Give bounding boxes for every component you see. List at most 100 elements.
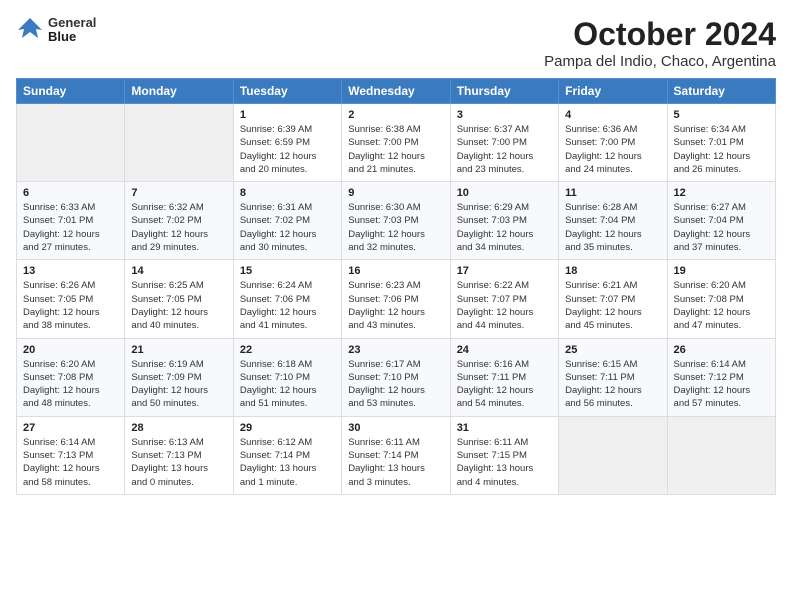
day-number: 13: [23, 265, 118, 277]
week-row-3: 13 Sunrise: 6:26 AM Sunset: 7:05 PM Dayli…: [17, 260, 776, 338]
day-number: 14: [131, 265, 226, 277]
calendar-title: October 2024: [544, 16, 776, 53]
day-info: Sunrise: 6:23 AM Sunset: 7:06 PM Dayligh…: [348, 279, 443, 332]
calendar-cell: 22 Sunrise: 6:18 AM Sunset: 7:10 PM Dayli…: [233, 338, 341, 416]
day-info: Sunrise: 6:16 AM Sunset: 7:11 PM Dayligh…: [457, 358, 552, 411]
day-number: 20: [23, 344, 118, 356]
day-number: 4: [565, 109, 660, 121]
day-info: Sunrise: 6:29 AM Sunset: 7:03 PM Dayligh…: [457, 201, 552, 254]
calendar-cell: 14 Sunrise: 6:25 AM Sunset: 7:05 PM Dayli…: [125, 260, 233, 338]
day-info: Sunrise: 6:14 AM Sunset: 7:12 PM Dayligh…: [674, 358, 769, 411]
col-header-saturday: Saturday: [667, 79, 775, 104]
day-info: Sunrise: 6:17 AM Sunset: 7:10 PM Dayligh…: [348, 358, 443, 411]
day-info: Sunrise: 6:19 AM Sunset: 7:09 PM Dayligh…: [131, 358, 226, 411]
calendar-cell: 25Sunrise: 6:15 AM Sunset: 7:11 PM Dayli…: [559, 338, 667, 416]
calendar-cell: [125, 104, 233, 182]
calendar-table: SundayMondayTuesdayWednesdayThursdayFrid…: [16, 78, 776, 495]
day-number: 8: [240, 187, 335, 199]
calendar-cell: 1Sunrise: 6:39 AM Sunset: 6:59 PM Daylig…: [233, 104, 341, 182]
calendar-cell: [559, 416, 667, 494]
calendar-cell: 15 Sunrise: 6:24 AM Sunset: 7:06 PM Dayli…: [233, 260, 341, 338]
day-info: Sunrise: 6:22 AM Sunset: 7:07 PM Dayligh…: [457, 279, 552, 332]
col-header-wednesday: Wednesday: [342, 79, 450, 104]
day-number: 6: [23, 187, 118, 199]
calendar-header-row: SundayMondayTuesdayWednesdayThursdayFrid…: [17, 79, 776, 104]
calendar-cell: 11 Sunrise: 6:28 AM Sunset: 7:04 PM Dayli…: [559, 182, 667, 260]
day-info: Sunrise: 6:14 AM Sunset: 7:13 PM Dayligh…: [23, 436, 118, 489]
day-info: Sunrise: 6:20 AM Sunset: 7:08 PM Dayligh…: [674, 279, 769, 332]
day-number: 11: [565, 187, 660, 199]
day-number: 1: [240, 109, 335, 121]
title-block: October 2024 Pampa del Indio, Chaco, Arg…: [544, 16, 776, 70]
col-header-thursday: Thursday: [450, 79, 558, 104]
day-info: Sunrise: 6:33 AM Sunset: 7:01 PM Dayligh…: [23, 201, 118, 254]
day-info: Sunrise: 6:36 AM Sunset: 7:00 PM Dayligh…: [565, 123, 660, 176]
day-info: Sunrise: 6:21 AM Sunset: 7:07 PM Dayligh…: [565, 279, 660, 332]
day-number: 25: [565, 344, 660, 356]
col-header-monday: Monday: [125, 79, 233, 104]
day-info: Sunrise: 6:28 AM Sunset: 7:04 PM Dayligh…: [565, 201, 660, 254]
day-info: Sunrise: 6:18 AM Sunset: 7:10 PM Dayligh…: [240, 358, 335, 411]
day-info: Sunrise: 6:25 AM Sunset: 7:05 PM Dayligh…: [131, 279, 226, 332]
calendar-cell: 4 Sunrise: 6:36 AM Sunset: 7:00 PM Daylig…: [559, 104, 667, 182]
calendar-cell: 28 Sunrise: 6:13 AM Sunset: 7:13 PM Dayli…: [125, 416, 233, 494]
day-info: Sunrise: 6:20 AM Sunset: 7:08 PM Dayligh…: [23, 358, 118, 411]
calendar-cell: 24 Sunrise: 6:16 AM Sunset: 7:11 PM Dayli…: [450, 338, 558, 416]
day-info: Sunrise: 6:38 AM Sunset: 7:00 PM Dayligh…: [348, 123, 443, 176]
day-number: 31: [457, 422, 552, 434]
logo: General Blue: [16, 16, 96, 45]
week-row-1: 1Sunrise: 6:39 AM Sunset: 6:59 PM Daylig…: [17, 104, 776, 182]
day-info: Sunrise: 6:30 AM Sunset: 7:03 PM Dayligh…: [348, 201, 443, 254]
calendar-cell: 17Sunrise: 6:22 AM Sunset: 7:07 PM Dayli…: [450, 260, 558, 338]
day-number: 15: [240, 265, 335, 277]
calendar-cell: 12 Sunrise: 6:27 AM Sunset: 7:04 PM Dayli…: [667, 182, 775, 260]
page-header: General Blue October 2024 Pampa del Indi…: [16, 16, 776, 70]
calendar-cell: 16 Sunrise: 6:23 AM Sunset: 7:06 PM Dayli…: [342, 260, 450, 338]
logo-bird-icon: [16, 16, 44, 44]
day-number: 26: [674, 344, 769, 356]
calendar-cell: 10 Sunrise: 6:29 AM Sunset: 7:03 PM Dayli…: [450, 182, 558, 260]
day-info: Sunrise: 6:27 AM Sunset: 7:04 PM Dayligh…: [674, 201, 769, 254]
calendar-cell: 20 Sunrise: 6:20 AM Sunset: 7:08 PM Dayli…: [17, 338, 125, 416]
logo-line2: Blue: [48, 30, 96, 44]
week-row-4: 20 Sunrise: 6:20 AM Sunset: 7:08 PM Dayli…: [17, 338, 776, 416]
day-info: Sunrise: 6:26 AM Sunset: 7:05 PM Dayligh…: [23, 279, 118, 332]
calendar-cell: 7 Sunrise: 6:32 AM Sunset: 7:02 PM Daylig…: [125, 182, 233, 260]
day-number: 28: [131, 422, 226, 434]
day-number: 7: [131, 187, 226, 199]
calendar-cell: 27Sunrise: 6:14 AM Sunset: 7:13 PM Dayli…: [17, 416, 125, 494]
calendar-cell: 3 Sunrise: 6:37 AM Sunset: 7:00 PM Daylig…: [450, 104, 558, 182]
col-header-friday: Friday: [559, 79, 667, 104]
day-number: 12: [674, 187, 769, 199]
day-number: 22: [240, 344, 335, 356]
day-info: Sunrise: 6:24 AM Sunset: 7:06 PM Dayligh…: [240, 279, 335, 332]
calendar-cell: 5Sunrise: 6:34 AM Sunset: 7:01 PM Daylig…: [667, 104, 775, 182]
day-info: Sunrise: 6:37 AM Sunset: 7:00 PM Dayligh…: [457, 123, 552, 176]
calendar-cell: [17, 104, 125, 182]
day-number: 10: [457, 187, 552, 199]
week-row-2: 6 Sunrise: 6:33 AM Sunset: 7:01 PM Daylig…: [17, 182, 776, 260]
day-info: Sunrise: 6:32 AM Sunset: 7:02 PM Dayligh…: [131, 201, 226, 254]
calendar-cell: 30Sunrise: 6:11 AM Sunset: 7:14 PM Dayli…: [342, 416, 450, 494]
day-number: 21: [131, 344, 226, 356]
day-info: Sunrise: 6:31 AM Sunset: 7:02 PM Dayligh…: [240, 201, 335, 254]
calendar-cell: 13 Sunrise: 6:26 AM Sunset: 7:05 PM Dayli…: [17, 260, 125, 338]
calendar-cell: 23Sunrise: 6:17 AM Sunset: 7:10 PM Dayli…: [342, 338, 450, 416]
day-number: 18: [565, 265, 660, 277]
calendar-cell: 26 Sunrise: 6:14 AM Sunset: 7:12 PM Dayli…: [667, 338, 775, 416]
day-number: 9: [348, 187, 443, 199]
day-number: 19: [674, 265, 769, 277]
day-number: 3: [457, 109, 552, 121]
calendar-cell: 18 Sunrise: 6:21 AM Sunset: 7:07 PM Dayli…: [559, 260, 667, 338]
day-number: 16: [348, 265, 443, 277]
calendar-cell: 29Sunrise: 6:12 AM Sunset: 7:14 PM Dayli…: [233, 416, 341, 494]
day-number: 30: [348, 422, 443, 434]
day-info: Sunrise: 6:13 AM Sunset: 7:13 PM Dayligh…: [131, 436, 226, 489]
calendar-cell: 6 Sunrise: 6:33 AM Sunset: 7:01 PM Daylig…: [17, 182, 125, 260]
logo-line1: General: [48, 16, 96, 30]
calendar-cell: 31Sunrise: 6:11 AM Sunset: 7:15 PM Dayli…: [450, 416, 558, 494]
calendar-cell: 9 Sunrise: 6:30 AM Sunset: 7:03 PM Daylig…: [342, 182, 450, 260]
day-number: 24: [457, 344, 552, 356]
col-header-tuesday: Tuesday: [233, 79, 341, 104]
day-number: 29: [240, 422, 335, 434]
